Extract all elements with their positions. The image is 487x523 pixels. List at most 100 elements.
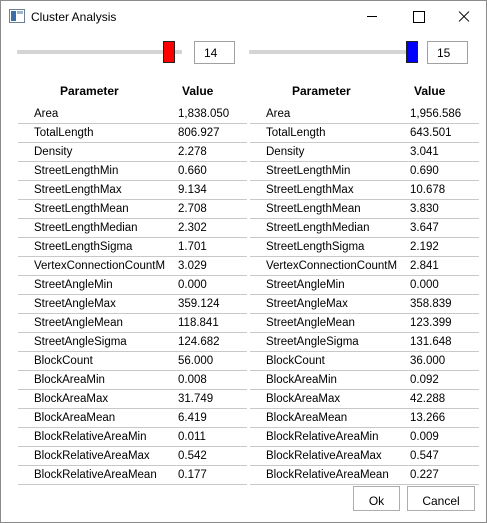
table-row[interactable]: BlockAreaMean 6.419 [18,409,247,428]
parameter-value: 0.177 [178,469,207,481]
title-bar[interactable]: Cluster Analysis [1,1,486,32]
parameter-name: StreetLengthSigma [266,241,365,253]
parameter-name: StreetLengthMean [34,203,129,215]
table-row[interactable]: TotalLength 643.501 [250,124,479,143]
table-body: Area 1,956.586 TotalLength 643.501 Density 3.… [250,105,479,485]
left-cluster-value[interactable]: 14 [194,41,235,64]
parameter-value: 0.011 [178,431,206,443]
parameter-name: BlockAreaMin [34,374,105,386]
parameter-value: 123.399 [410,317,452,329]
table-row[interactable]: BlockAreaMean 13.266 [250,409,479,428]
table-row[interactable]: StreetLengthMax 10.678 [250,181,479,200]
table-row[interactable]: StreetAngleMin 0.000 [250,276,479,295]
table-row[interactable]: VertexConnectionCountM 3.029 [18,257,247,276]
table-row[interactable]: StreetAngleMin 0.000 [18,276,247,295]
right-cluster-slider[interactable] [249,41,418,63]
table-row[interactable]: BlockRelativeAreaMax 0.547 [250,447,479,466]
parameter-name: StreetLengthMean [266,203,361,215]
parameter-name: StreetLengthMedian [266,222,370,234]
parameter-name: StreetLengthMin [266,165,351,177]
parameter-value: 3.041 [410,146,439,158]
parameter-value: 2.841 [410,260,439,272]
table-row[interactable]: BlockAreaMax 31.749 [18,390,247,409]
parameter-name: StreetAngleMean [266,317,355,329]
table-row[interactable]: StreetLengthMean 3.830 [250,200,479,219]
parameter-value: 358.839 [410,298,452,310]
table-row[interactable]: StreetLengthMedian 3.647 [250,219,479,238]
table-row[interactable]: BlockRelativeAreaMean 0.227 [250,466,479,485]
parameter-value: 2.708 [178,203,207,215]
parameter-value: 806.927 [178,127,220,139]
table-row[interactable]: TotalLength 806.927 [18,124,247,143]
slider-thumb-red[interactable] [163,41,175,63]
parameter-value: 1,838.050 [178,108,230,120]
table-row[interactable]: StreetLengthMin 0.660 [18,162,247,181]
table-row[interactable]: StreetLengthMean 2.708 [18,200,247,219]
parameter-column-header[interactable]: Parameter [60,84,119,98]
table-row[interactable]: BlockRelativeAreaMean 0.177 [18,466,247,485]
table-row[interactable]: StreetAngleMax 359.124 [18,295,247,314]
parameter-value: 643.501 [410,127,452,139]
cluster-analysis-window: Cluster Analysis 14 15 Parameter Value A… [0,0,487,523]
parameter-name: StreetLengthSigma [34,241,133,253]
parameter-name: Density [266,146,305,158]
table-row[interactable]: StreetLengthSigma 1.701 [18,238,247,257]
parameter-name: BlockRelativeAreaMax [34,450,150,462]
parameter-name: Density [34,146,73,158]
parameter-value: 0.092 [410,374,439,386]
close-icon[interactable] [441,1,487,32]
table-row[interactable]: BlockAreaMin 0.092 [250,371,479,390]
slider-track [17,50,182,54]
parameter-name: BlockRelativeAreaMax [266,450,382,462]
right-cluster-value[interactable]: 15 [427,41,468,64]
table-header: Parameter Value [18,79,247,105]
app-window-icon [9,9,25,23]
table-row[interactable]: Density 3.041 [250,143,479,162]
parameter-name: Area [34,108,59,120]
table-row[interactable]: BlockRelativeAreaMin 0.009 [250,428,479,447]
parameter-value: 0.547 [410,450,439,462]
table-row[interactable]: BlockRelativeAreaMax 0.542 [18,447,247,466]
slider-thumb-blue[interactable] [406,41,418,63]
table-row[interactable]: VertexConnectionCountM 2.841 [250,257,479,276]
maximize-icon[interactable] [395,1,441,32]
parameter-value: 3.029 [178,260,207,272]
table-row[interactable]: BlockCount 56.000 [18,352,247,371]
parameter-value: 0.000 [178,279,207,291]
parameter-value: 131.648 [410,336,452,348]
table-row[interactable]: Area 1,838.050 [18,105,247,124]
table-row[interactable]: BlockRelativeAreaMin 0.011 [18,428,247,447]
table-row[interactable]: StreetAngleMean 118.841 [18,314,247,333]
minimize-icon[interactable] [349,1,395,32]
parameter-name: VertexConnectionCountM [34,260,166,272]
cancel-button[interactable]: Cancel [407,486,475,511]
parameter-column-header[interactable]: Parameter [292,84,351,98]
parameter-value: 36.000 [410,355,446,367]
table-row[interactable]: StreetAngleSigma 124.682 [18,333,247,352]
table-row[interactable]: StreetAngleMax 358.839 [250,295,479,314]
table-row[interactable]: StreetLengthMedian 2.302 [18,219,247,238]
parameter-name: BlockRelativeAreaMean [34,469,157,481]
table-row[interactable]: BlockAreaMin 0.008 [18,371,247,390]
ok-button[interactable]: Ok [353,486,400,511]
value-column-header[interactable]: Value [414,84,445,98]
parameter-name: StreetAngleSigma [34,336,127,348]
table-row[interactable]: StreetLengthSigma 2.192 [250,238,479,257]
table-row[interactable]: StreetAngleSigma 131.648 [250,333,479,352]
table-row[interactable]: Density 2.278 [18,143,247,162]
left-parameter-table: Parameter Value Area 1,838.050 TotalLength… [18,79,247,485]
value-column-header[interactable]: Value [182,84,213,98]
parameter-value: 0.000 [410,279,439,291]
table-row[interactable]: StreetAngleMean 123.399 [250,314,479,333]
table-row[interactable]: BlockAreaMax 42.288 [250,390,479,409]
table-row[interactable]: StreetLengthMax 9.134 [18,181,247,200]
left-cluster-slider[interactable] [17,41,182,63]
parameter-value: 2.278 [178,146,207,158]
window-title: Cluster Analysis [31,10,117,24]
table-row[interactable]: Area 1,956.586 [250,105,479,124]
parameter-name: StreetLengthMedian [34,222,138,234]
parameter-name: BlockAreaMax [266,393,341,405]
parameter-name: BlockAreaMin [266,374,337,386]
table-row[interactable]: StreetLengthMin 0.690 [250,162,479,181]
table-row[interactable]: BlockCount 36.000 [250,352,479,371]
